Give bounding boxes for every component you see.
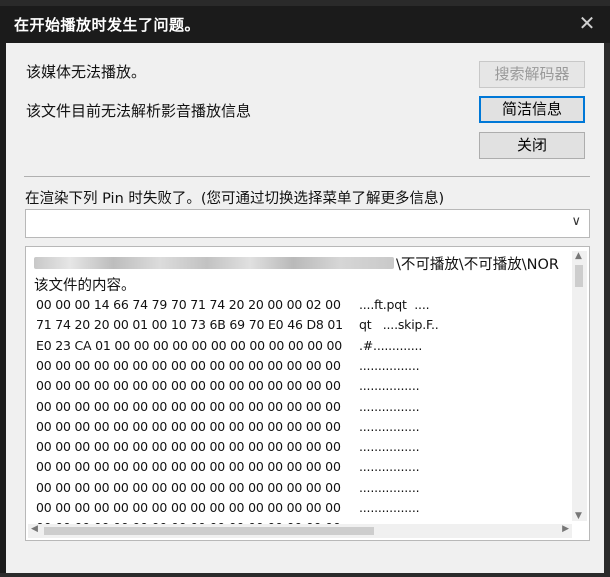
hex-bytes: 00 00 00 00 00 00 00 00 00 00 00 00 00 0…: [36, 479, 341, 495]
scroll-down-icon[interactable]: ▼: [575, 511, 582, 521]
hex-row: 00 00 00 00 00 00 00 00 00 00 00 00 00 0…: [36, 418, 420, 439]
details-textbox[interactable]: \不可播放\不可播放\NOR 该文件的内容。 00 00 00 14 66 74…: [25, 246, 590, 541]
window-edge: [604, 43, 610, 577]
error-message: 该媒体无法播放。: [26, 63, 147, 81]
search-decoder-button[interactable]: 搜索解码器: [479, 61, 585, 88]
dialog-titlebar: 在开始播放时发生了问题。 ✕: [0, 6, 610, 43]
hex-bytes: 00 00 00 00 00 00 00 00 00 00 00 00 00 0…: [36, 357, 341, 373]
pin-failure-label: 在渲染下列 Pin 时失败了。(您可通过切换选择菜单了解更多信息): [25, 191, 445, 207]
hex-bytes: 00 00 00 14 66 74 79 70 71 74 20 20 00 0…: [36, 297, 341, 312]
hex-ascii: ................: [359, 378, 420, 394]
hex-row: 00 00 00 00 00 00 00 00 00 00 00 00 00 0…: [36, 378, 420, 398]
hex-ascii: .#.............: [359, 337, 423, 353]
hex-bytes: E0 23 CA 01 00 00 00 00 00 00 00 00 00 0…: [36, 337, 343, 353]
hex-row: 00 00 00 00 00 00 00 00 00 00 00 00 00 0…: [36, 398, 420, 419]
hex-bytes: 00 00 00 00 00 00 00 00 00 00 00 00 00 0…: [36, 459, 341, 475]
close-button[interactable]: 关闭: [479, 132, 585, 159]
redacted-path: [34, 257, 394, 269]
hex-ascii: ................: [359, 357, 420, 373]
hex-row: 00 00 00 00 00 00 00 00 00 00 00 00 00 0…: [36, 459, 420, 479]
hex-ascii: ....ft.pqt ....: [359, 297, 430, 312]
pin-select-dropdown[interactable]: ∨: [25, 209, 590, 238]
dialog-body: 该媒体无法播放。 该文件目前无法解析影音播放信息 搜索解码器 简洁信息 关闭 在…: [6, 43, 604, 573]
hex-ascii: ................: [359, 479, 420, 495]
info-message: 该文件目前无法解析影音播放信息: [26, 102, 252, 120]
hex-row: 00 00 00 00 00 00 00 00 00 00 00 00 00 0…: [36, 439, 420, 459]
window-edge-bottom: [0, 573, 610, 577]
scroll-up-icon[interactable]: ▲: [575, 251, 582, 261]
hex-bytes: 00 00 00 00 00 00 00 00 00 00 00 00 00 0…: [36, 439, 341, 455]
vertical-scroll-thumb[interactable]: [575, 265, 583, 287]
horizontal-scrollbar[interactable]: ◀ ▶: [28, 524, 572, 538]
hex-row: 00 00 00 00 00 00 00 00 00 00 00 00 00 0…: [36, 479, 420, 500]
message-panel: 该媒体无法播放。 该文件目前无法解析影音播放信息 搜索解码器 简洁信息 关闭: [24, 53, 590, 175]
close-icon[interactable]: ✕: [576, 11, 598, 35]
brief-info-button[interactable]: 简洁信息: [479, 96, 585, 123]
hex-bytes: 00 00 00 00 00 00 00 00 00 00 00 00 00 0…: [36, 500, 341, 515]
hex-ascii: ................: [359, 459, 420, 475]
hex-bytes: 71 74 20 20 00 01 00 10 73 6B 69 70 E0 4…: [36, 317, 343, 333]
hex-ascii: ................: [359, 439, 420, 455]
chevron-down-icon: ∨: [571, 214, 581, 229]
hex-ascii: ................: [359, 418, 420, 434]
hex-ascii: ................: [359, 500, 420, 515]
scroll-left-icon[interactable]: ◀: [31, 524, 38, 534]
hex-bytes: 00 00 00 00 00 00 00 00 00 00 00 00 00 0…: [36, 398, 341, 414]
hex-bytes: 00 00 00 00 00 00 00 00 00 00 00 00 00 0…: [36, 418, 341, 434]
dialog-title: 在开始播放时发生了问题。: [14, 16, 201, 34]
hex-ascii: qt ....skip.F..: [359, 317, 439, 333]
file-content-label: 该文件的内容。: [34, 278, 136, 294]
hex-row: 00 00 00 14 66 74 79 70 71 74 20 20 00 0…: [36, 297, 430, 317]
scroll-right-icon[interactable]: ▶: [562, 524, 569, 534]
hex-row: E0 23 CA 01 00 00 00 00 00 00 00 00 00 0…: [36, 337, 422, 358]
horizontal-scroll-thumb[interactable]: [44, 527, 374, 535]
file-path-line: \不可播放\不可播放\NOR: [34, 253, 574, 273]
hex-bytes: 00 00 00 00 00 00 00 00 00 00 00 00 00 0…: [36, 378, 341, 394]
hex-row: 71 74 20 20 00 01 00 10 73 6B 69 70 E0 4…: [36, 317, 439, 337]
hex-ascii: ................: [359, 398, 420, 414]
file-path-suffix: \不可播放\不可播放\NOR: [396, 257, 559, 273]
hex-row: 00 00 00 00 00 00 00 00 00 00 00 00 00 0…: [36, 357, 420, 378]
vertical-scrollbar[interactable]: ▲ ▼: [572, 251, 587, 521]
hex-row: 00 00 00 00 00 00 00 00 00 00 00 00 00 0…: [36, 500, 420, 520]
section-divider: [24, 176, 590, 177]
